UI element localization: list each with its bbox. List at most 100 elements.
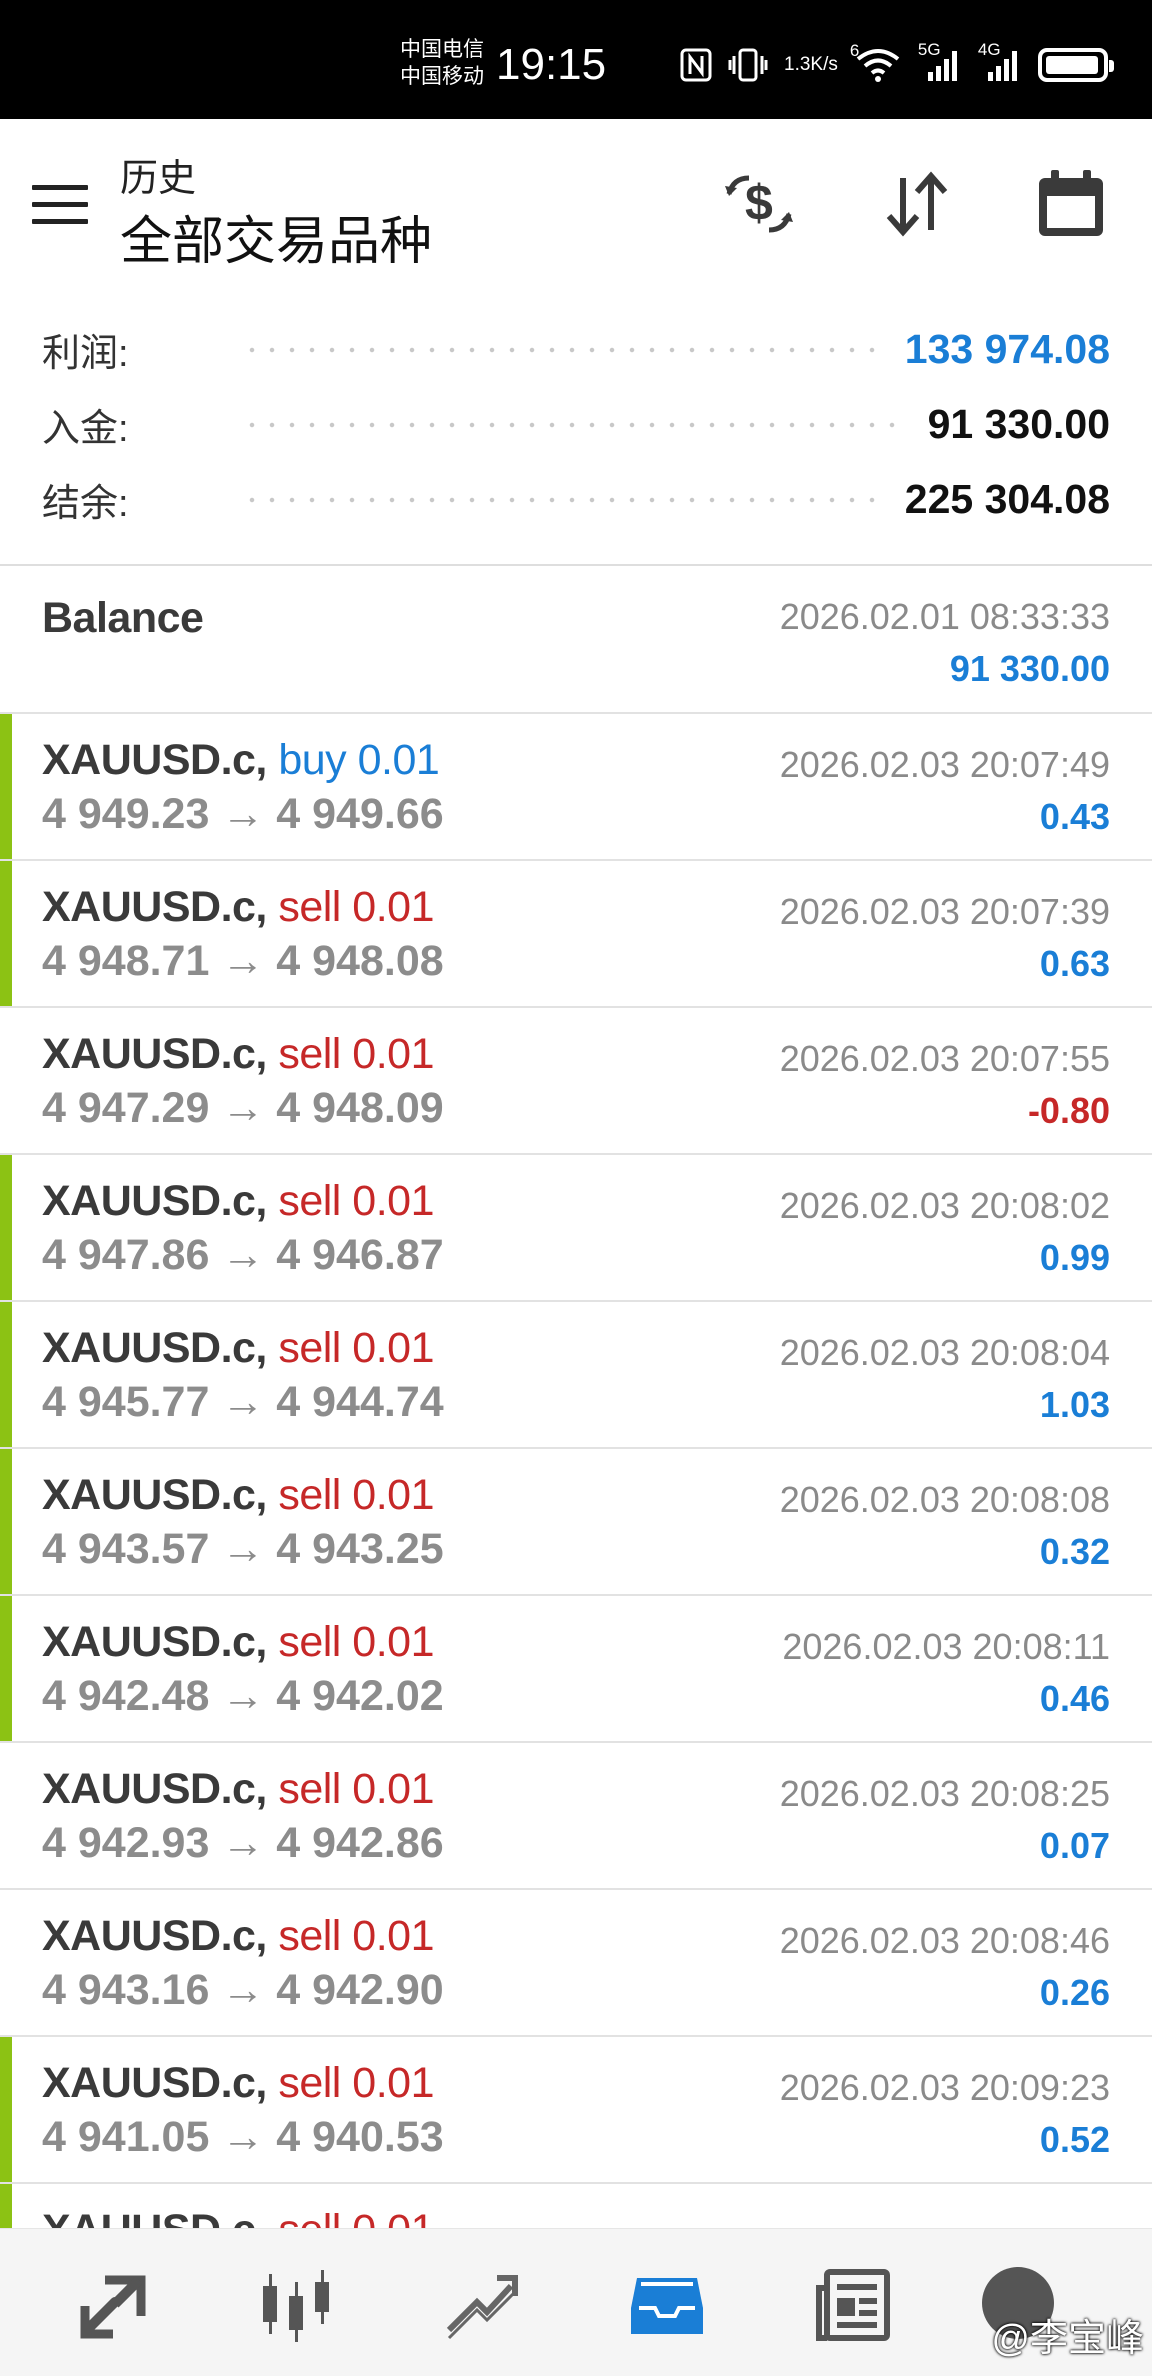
nav-quotes[interactable] [70, 2259, 160, 2349]
deposit-value: 91 330.00 [927, 401, 1110, 447]
bottom-navigation: @李宝峰 [0, 2228, 1152, 2376]
trade-time: 2026.02.03 20:09:23 [779, 2067, 1110, 2108]
trade-profit: 0.26 [1039, 1972, 1110, 2013]
trade-row[interactable]: XAUUSD.c, sell 0.01 4 945.77 → 4 944.74 … [0, 1302, 1152, 1449]
trade-symbol: XAUUSD.c, [42, 1030, 267, 1078]
balance-label: 结余: [42, 483, 129, 525]
balance-entry-amount: 91 330.00 [949, 648, 1110, 689]
deposit-label: 入金: [42, 408, 129, 450]
profit-indicator-bar [0, 1155, 12, 1300]
dotted-leader [242, 496, 885, 503]
trade-direction: sell 0.01 [278, 1765, 435, 1813]
calendar-icon [1039, 170, 1103, 236]
currency-exchange-button[interactable]: $ [716, 161, 802, 247]
trade-row[interactable]: XAUUSD.c, buy 0.01 4 949.23 → 4 949.66 2… [0, 714, 1152, 861]
trade-direction: sell 0.01 [278, 1471, 435, 1519]
header-title[interactable]: 全部交易品种 [120, 199, 432, 274]
signal-5g-icon: 5G [918, 40, 962, 82]
trade-row[interactable]: XAUUSD.c, sell 0.01 4 941.05 → 4 940.53 … [0, 2037, 1152, 2184]
trade-title: XAUUSD.c, sell 0.01 [42, 1912, 435, 1961]
nav-trade[interactable] [436, 2259, 526, 2349]
nfc-icon [680, 48, 712, 82]
dotted-leader [242, 346, 885, 353]
speed-unit: K/s [810, 54, 838, 75]
trade-row[interactable]: XAUUSD.c, sell 0.01 4 948.71 → 4 948.08 … [0, 861, 1152, 1008]
trade-direction: sell 0.01 [278, 2059, 435, 2107]
profit-indicator-bar [0, 1449, 12, 1594]
trade-profit: 0.99 [1039, 1237, 1110, 1278]
trade-symbol: XAUUSD.c, [42, 2059, 267, 2107]
trade-profit: 0.52 [1039, 2119, 1110, 2160]
trade-symbol: XAUUSD.c, [42, 1912, 267, 1960]
sim2-label: 4G [977, 40, 1001, 59]
sort-button[interactable] [874, 161, 960, 247]
nav-chart[interactable] [252, 2259, 342, 2349]
dotted-leader [242, 421, 908, 428]
trade-prices: 4 942.48 → 4 942.02 [42, 1672, 444, 1720]
chart-candles-icon [263, 2270, 329, 2342]
profit-indicator-bar [0, 2037, 12, 2182]
trade-row[interactable]: XAUUSD.c, sell 0.01 4 947.86 → 4 946.87 … [0, 1155, 1152, 1302]
trade-title: XAUUSD.c, buy 0.01 [42, 736, 440, 785]
trade-symbol: XAUUSD.c, [42, 1177, 267, 1225]
network-speed: 1.3 K/s [784, 55, 838, 75]
balance-value: 225 304.08 [904, 476, 1110, 522]
dollar-swap-icon: $ [725, 175, 793, 233]
trade-row[interactable]: XAUUSD.c, sell 0.01 4 942.48 → 4 942.02 … [0, 1596, 1152, 1743]
history-inbox-icon [631, 2278, 703, 2334]
balance-entry-row[interactable]: Balance 2026.02.01 08:33:33 91 330.00 [0, 566, 1152, 714]
trade-row[interactable]: XAUUSD.c, sell 0.01 4 942.93 → 4 942.86 … [0, 1743, 1152, 1890]
trade-row[interactable]: XAUUSD.c, sell 0.01 4 943.16 → 4 942.90 … [0, 1890, 1152, 2037]
trade-title: XAUUSD.c, sell 0.01 [42, 1324, 435, 1373]
trade-profit: 0.46 [1039, 1678, 1110, 1719]
trade-prices: 4 949.23 → 4 949.66 [42, 790, 444, 838]
trade-prices: 4 945.77 → 4 944.74 [42, 1378, 444, 1426]
balance-entry-label: Balance [42, 594, 204, 642]
profit-indicator-bar [0, 861, 12, 1006]
nav-news[interactable] [808, 2259, 898, 2349]
trade-time: 2026.02.03 20:07:49 [779, 744, 1110, 785]
trade-prices: 4 942.93 → 4 942.86 [42, 1819, 444, 1867]
trade-title: XAUUSD.c, sell 0.01 [42, 2059, 435, 2108]
calendar-button[interactable] [1028, 161, 1114, 247]
hamburger-menu-icon[interactable] [32, 185, 88, 225]
trade-symbol: XAUUSD.c, [42, 1471, 267, 1519]
trade-profit: 0.07 [1039, 1825, 1110, 1866]
trade-profit: 0.63 [1039, 943, 1110, 984]
trade-symbol: XAUUSD.c, [42, 736, 267, 784]
profit-indicator-bar [0, 1596, 12, 1741]
history-list[interactable]: Balance 2026.02.01 08:33:33 91 330.00 XA… [0, 566, 1152, 2331]
trade-row[interactable]: XAUUSD.c, sell 0.01 4 943.57 → 4 943.25 … [0, 1449, 1152, 1596]
trade-symbol: XAUUSD.c, [42, 1618, 267, 1666]
profit-indicator-bar [0, 1302, 12, 1447]
summary-deposit-row: 入金: 91 330.00 [0, 387, 1152, 462]
signal-4g-icon: 4G [978, 40, 1022, 82]
trade-profit: -0.80 [1027, 1090, 1110, 1131]
battery-icon [1037, 48, 1114, 82]
trade-profit: 0.32 [1039, 1531, 1110, 1572]
wifi-icon: 6 [850, 41, 902, 83]
nav-history[interactable] [622, 2259, 712, 2349]
trade-time: 2026.02.03 20:08:02 [779, 1185, 1110, 1226]
summary-balance-row: 结余: 225 304.08 [0, 462, 1152, 537]
trade-title: XAUUSD.c, sell 0.01 [42, 1618, 435, 1667]
news-icon [816, 2269, 890, 2341]
trade-prices: 4 947.29 → 4 948.09 [42, 1084, 444, 1132]
trade-symbol: XAUUSD.c, [42, 883, 267, 931]
trade-title: XAUUSD.c, sell 0.01 [42, 883, 435, 932]
trade-time: 2026.02.03 20:08:04 [779, 1332, 1110, 1373]
trade-time: 2026.02.03 20:07:39 [779, 891, 1110, 932]
trade-direction: buy 0.01 [278, 736, 440, 784]
trade-row[interactable]: XAUUSD.c, sell 0.01 4 947.29 → 4 948.09 … [0, 1008, 1152, 1155]
trade-time: 2026.02.03 20:08:11 [782, 1626, 1110, 1667]
status-icons: 1.3 K/s 6 5G 4G [680, 40, 1114, 86]
trade-prices: 4 943.16 → 4 942.90 [42, 1966, 444, 2014]
trade-profit: 1.03 [1039, 1384, 1110, 1425]
quotes-icon [80, 2275, 146, 2339]
trade-title: XAUUSD.c, sell 0.01 [42, 1177, 435, 1226]
trade-prices: 4 941.05 → 4 940.53 [42, 2113, 444, 2161]
trade-direction: sell 0.01 [278, 1618, 435, 1666]
trade-icon [446, 2275, 518, 2340]
trade-prices: 4 947.86 → 4 946.87 [42, 1231, 444, 1279]
trade-time: 2026.02.03 20:08:46 [779, 1920, 1110, 1961]
